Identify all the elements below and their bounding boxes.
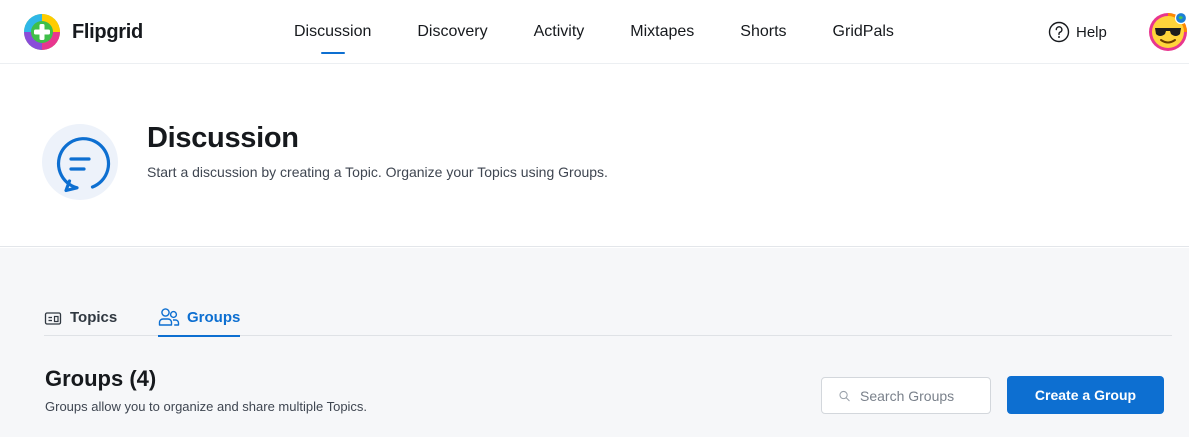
brand-name: Flipgrid	[72, 20, 143, 43]
nav-item-mixtapes[interactable]: Mixtapes	[612, 0, 712, 64]
user-avatar[interactable]	[1148, 12, 1188, 52]
tab-topics-label: Topics	[70, 309, 118, 326]
nav-item-activity[interactable]: Activity	[516, 0, 603, 64]
page-title: Discussion	[147, 122, 299, 154]
nav-item-gridpals[interactable]: GridPals	[815, 0, 912, 64]
primary-nav: Discussion Discovery Activity Mixtapes S…	[276, 0, 912, 64]
content-tabs: Topics Groups	[44, 307, 1172, 337]
flipgrid-logo-icon	[24, 14, 60, 50]
page-header: Discussion Start a discussion by creatin…	[0, 64, 1189, 247]
chat-bubble-icon	[56, 137, 111, 193]
nav-item-discovery[interactable]: Discovery	[399, 0, 505, 64]
help-button[interactable]: Help	[1048, 20, 1107, 44]
create-group-button[interactable]: Create a Group	[1007, 376, 1164, 414]
groups-content: Topics Groups Groups (4) Groups allow yo…	[0, 248, 1189, 437]
question-circle-icon	[1048, 21, 1070, 43]
tab-groups-label: Groups	[187, 309, 241, 326]
discussion-badge	[42, 124, 118, 200]
search-groups-input[interactable]	[860, 387, 990, 404]
search-icon	[839, 390, 850, 401]
search-groups-box	[821, 377, 991, 414]
tab-topics[interactable]: Topics	[44, 307, 117, 336]
top-nav-bar: Flipgrid Discussion Discovery Activity M…	[0, 0, 1189, 64]
topics-card-icon	[44, 312, 62, 325]
nav-item-discussion[interactable]: Discussion	[276, 0, 389, 64]
groups-title: Groups (4)	[45, 366, 157, 391]
help-label: Help	[1076, 23, 1107, 41]
brand-home-link[interactable]: Flipgrid	[22, 12, 143, 52]
page-subtitle: Start a discussion by creating a Topic. …	[147, 164, 608, 180]
nav-item-shorts[interactable]: Shorts	[722, 0, 804, 64]
tab-groups[interactable]: Groups	[158, 307, 241, 337]
groups-people-icon	[158, 308, 180, 326]
groups-description: Groups allow you to organize and share m…	[45, 399, 368, 414]
